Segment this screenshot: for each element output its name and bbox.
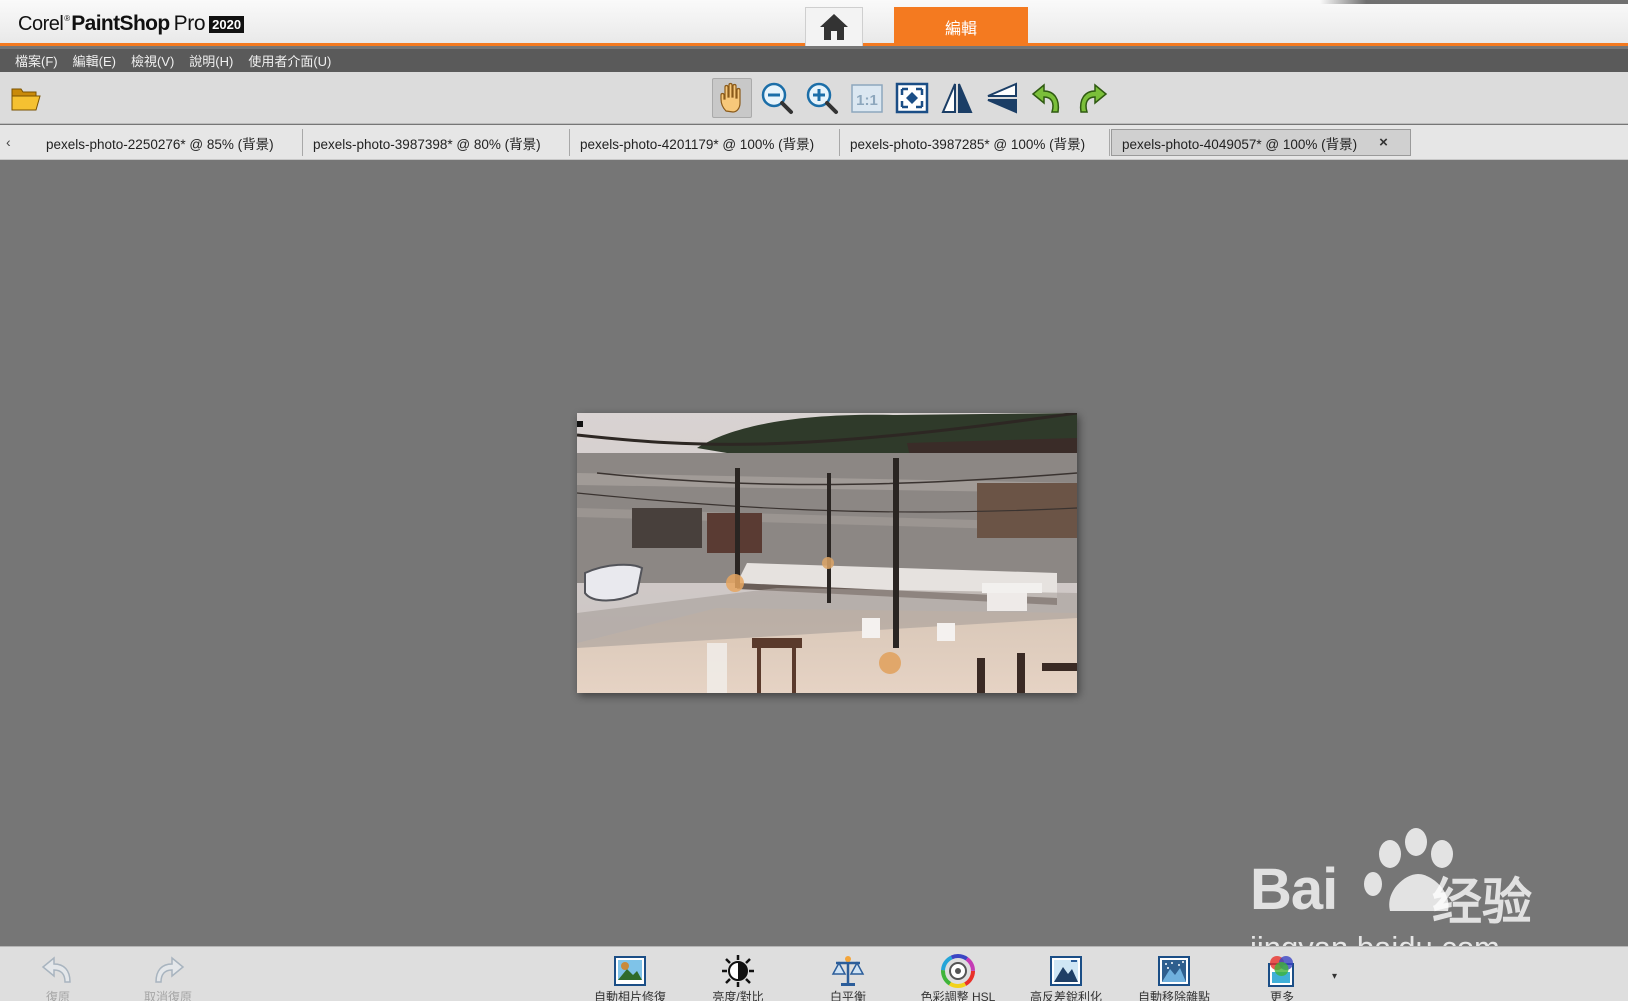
paintshop-window: Corel ® PaintShop Pro 2020 編輯 檔案(F) 編輯(E…	[0, 0, 1628, 1001]
high-pass-sharpen-label: 高反差銳利化	[1029, 990, 1102, 1001]
home-tab[interactable]	[805, 7, 863, 46]
smart-photo-fix-button[interactable]: 自動相片修復	[582, 953, 678, 1001]
noise-removal-label: 自動移除雜點	[1137, 990, 1210, 1001]
watermark-brand: Bai	[1250, 857, 1338, 922]
tab-document-4[interactable]: pexels-photo-3987285* @ 100% (背景)	[840, 129, 1110, 156]
watermark: Bai 经验 jingyan.baidu.com	[1250, 826, 1550, 966]
tab-label: pexels-photo-3987398* @ 80% (背景)	[313, 136, 541, 152]
redo-button[interactable]: 取消復原	[120, 953, 216, 1001]
menu-view[interactable]: 檢視(V)	[131, 51, 174, 70]
noise-removal-icon	[1155, 953, 1193, 989]
white-balance-button[interactable]: 白平衡	[800, 953, 896, 1001]
harbor-photo	[577, 413, 1077, 693]
zoom-out-icon	[761, 82, 793, 114]
tab-label: pexels-photo-3987285* @ 100% (背景)	[850, 136, 1086, 152]
more-adjustments-label: 更多	[1269, 990, 1294, 1001]
watermark-brand-cn: 经验	[1432, 874, 1532, 930]
menu-help[interactable]: 說明(H)	[189, 51, 233, 70]
undo-label: 復原	[45, 990, 70, 1001]
logo-pro: Pro	[173, 12, 206, 35]
tab-document-5[interactable]: pexels-photo-4049057* @ 100% (背景) ×	[1111, 129, 1411, 156]
pan-tool[interactable]	[712, 78, 752, 118]
menu-bar: 檔案(F) 編輯(E) 檢視(V) 說明(H) 使用者介面(U)	[0, 49, 1628, 72]
tab-document-3[interactable]: pexels-photo-4201179* @ 100% (背景)	[570, 129, 840, 156]
home-icon	[820, 14, 848, 40]
tab-label: pexels-photo-2250276* @ 85% (背景)	[46, 136, 274, 152]
brightness-contrast-icon	[719, 953, 757, 989]
zoom-in-icon	[806, 82, 838, 114]
noise-removal-button[interactable]: 自動移除雜點	[1126, 953, 1222, 1001]
folder-open-icon	[11, 88, 41, 111]
logo-year: 2020	[209, 15, 245, 33]
logo-registered: ®	[64, 13, 71, 23]
tab-label: pexels-photo-4201179* @ 100% (背景)	[580, 136, 815, 152]
tab-document-2[interactable]: pexels-photo-3987398* @ 80% (背景)	[303, 129, 570, 156]
zoom-in-tool[interactable]	[802, 78, 842, 118]
menu-file[interactable]: 檔案(F)	[15, 51, 58, 70]
flip-vertical-icon	[987, 82, 1017, 114]
menu-edit[interactable]: 編輯(E)	[73, 51, 116, 70]
smart-photo-fix-label: 自動相片修復	[593, 990, 666, 1001]
toolbar: 1:1	[0, 72, 1628, 124]
undo-icon	[39, 953, 77, 989]
redo-label: 取消復原	[143, 990, 192, 1001]
tab-document-1[interactable]: pexels-photo-2250276* @ 85% (背景)	[36, 129, 303, 156]
flip-vertical-tool[interactable]	[982, 78, 1022, 118]
undo-button[interactable]: 復原	[10, 953, 106, 1001]
hue-saturation-label: 色彩調整 HSL	[920, 990, 996, 1001]
tab-label: pexels-photo-4049057* @ 100% (背景)	[1122, 136, 1358, 152]
fit-window-icon	[895, 82, 929, 114]
svg-text:1:1: 1:1	[856, 92, 878, 109]
actual-size-tool[interactable]: 1:1	[847, 78, 887, 118]
actual-size-icon: 1:1	[851, 84, 883, 113]
menu-user-interface[interactable]: 使用者介面(U)	[248, 51, 331, 70]
edit-tab[interactable]: 編輯	[894, 7, 1028, 46]
title-bar: Corel ® PaintShop Pro 2020 編輯	[0, 0, 1628, 46]
rotate-left-tool[interactable]	[1027, 78, 1067, 118]
brightness-contrast-label: 亮度/對比	[712, 990, 764, 1001]
high-pass-sharpen-icon	[1047, 953, 1085, 989]
hand-icon	[720, 82, 741, 113]
fit-window-tool[interactable]	[892, 78, 932, 118]
app-logo: Corel ® PaintShop Pro 2020	[18, 12, 245, 36]
image-canvas[interactable]	[577, 413, 1077, 693]
redo-icon	[149, 953, 187, 989]
document-tab-bar: ‹ pexels-photo-2250276* @ 85% (背景) pexel…	[0, 125, 1628, 160]
hue-saturation-button[interactable]: 色彩調整 HSL	[910, 953, 1006, 1001]
brightness-contrast-button[interactable]: 亮度/對比	[690, 953, 786, 1001]
flip-horizontal-tool[interactable]	[937, 78, 977, 118]
rotate-right-tool[interactable]	[1072, 78, 1112, 118]
flip-horizontal-icon	[941, 83, 973, 113]
hue-saturation-icon	[939, 953, 977, 989]
more-adjustments-button[interactable]: 更多	[1234, 953, 1330, 1001]
more-adjustments-icon	[1263, 953, 1301, 989]
white-balance-label: 白平衡	[829, 990, 866, 1001]
chevron-down-icon[interactable]: ▾	[1332, 971, 1337, 982]
logo-corel: Corel	[18, 12, 64, 35]
title-shadow	[1320, 0, 1628, 4]
white-balance-icon	[829, 953, 867, 989]
rotate-right-icon	[1079, 83, 1108, 113]
smart-photo-fix-icon	[611, 953, 649, 989]
zoom-out-tool[interactable]	[757, 78, 797, 118]
high-pass-sharpen-button[interactable]: 高反差銳利化	[1018, 953, 1114, 1001]
logo-paintshop: PaintShop	[71, 12, 170, 35]
tab-scroll-left[interactable]: ‹	[6, 134, 11, 150]
open-button[interactable]	[8, 80, 44, 116]
rotate-left-icon	[1031, 83, 1060, 113]
close-icon[interactable]: ×	[1379, 134, 1388, 151]
bottom-bar: 復原 取消復原 自動相片修復 亮度/對比 白平衡 色彩調整 HSL 高反差銳利化…	[0, 946, 1628, 1001]
